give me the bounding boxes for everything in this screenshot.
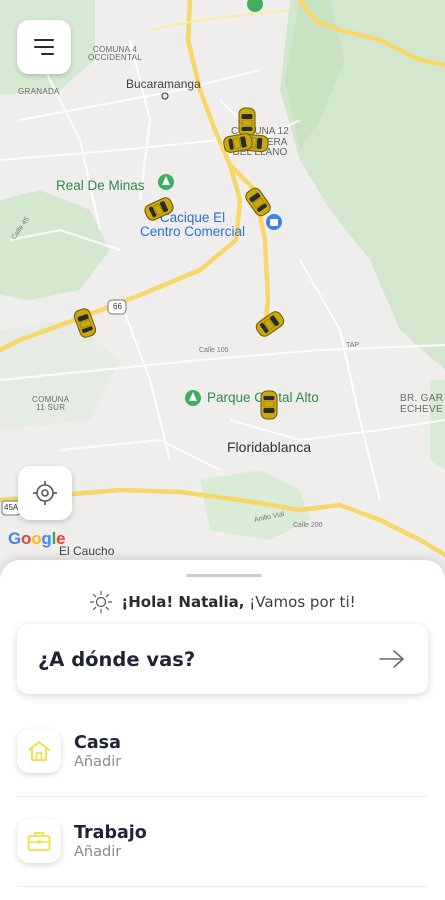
map-label-real-de-minas[interactable]: Real De Minas (56, 178, 145, 193)
menu-button[interactable] (17, 20, 71, 74)
place-row-home[interactable]: Casa Añadir (17, 708, 428, 794)
map-label-tap: TAP (346, 342, 360, 349)
map-label-comuna11: COMUNA 11 SUR (32, 395, 70, 413)
greeting-name: ¡Hola! Natalia, (121, 593, 245, 611)
greeting-message: ¡Vamos por ti! (244, 593, 356, 611)
map-label-el-caucho: El Caucho (59, 544, 115, 558)
map-label-br-garcia: BR. GAR ECHEVE (400, 393, 444, 415)
greeting: ¡Hola! Natalia, ¡Vamos por ti! (0, 588, 445, 616)
divider (17, 886, 428, 887)
locate-icon (33, 481, 57, 505)
shopping-pin-icon (266, 214, 282, 230)
home-icon-badge (17, 729, 61, 773)
map-label-calle200: Calle 200 (293, 522, 323, 529)
divider (17, 796, 428, 797)
locate-button[interactable] (18, 466, 72, 520)
map-label-route66: 66 (113, 302, 122, 311)
park-pin-icon (247, 0, 263, 12)
park-pin-icon (158, 174, 174, 190)
bottom-sheet[interactable]: ¡Hola! Natalia, ¡Vamos por ti! ¿A dónde … (0, 560, 445, 900)
briefcase-icon (27, 832, 51, 851)
google-logo: Google (8, 529, 66, 548)
map-label-granada: GRANADA (18, 87, 60, 96)
park-pin-icon (185, 390, 201, 406)
menu-icon (34, 39, 54, 55)
place-subtitle-home: Añadir (74, 753, 122, 770)
destination-search-label: ¿A dónde vas? (38, 647, 196, 671)
sun-icon (90, 590, 113, 614)
map-label-floridablanca: Floridablanca (227, 439, 312, 455)
place-title-home: Casa (74, 732, 121, 753)
arrow-right-icon (379, 650, 404, 668)
place-subtitle-work: Añadir (74, 843, 122, 860)
map-label-bucaramanga: Bucaramanga (126, 77, 201, 91)
map-label-calle105: Calle 105 (199, 347, 229, 354)
briefcase-icon-badge (17, 819, 61, 863)
map-label-route45a: 45A (4, 503, 19, 512)
destination-search-button[interactable]: ¿A dónde vas? (17, 624, 428, 694)
taxi-icon[interactable] (260, 390, 278, 420)
place-row-work[interactable]: Trabajo Añadir (17, 798, 428, 884)
map-view[interactable]: COMUNA 4 OCCIDENTAL GRANADA Bucaramanga … (0, 0, 445, 580)
home-icon (28, 741, 50, 761)
place-title-work: Trabajo (74, 822, 147, 843)
drag-handle[interactable] (186, 574, 262, 577)
map-label-comuna4: COMUNA 4 OCCIDENTAL (88, 45, 142, 63)
